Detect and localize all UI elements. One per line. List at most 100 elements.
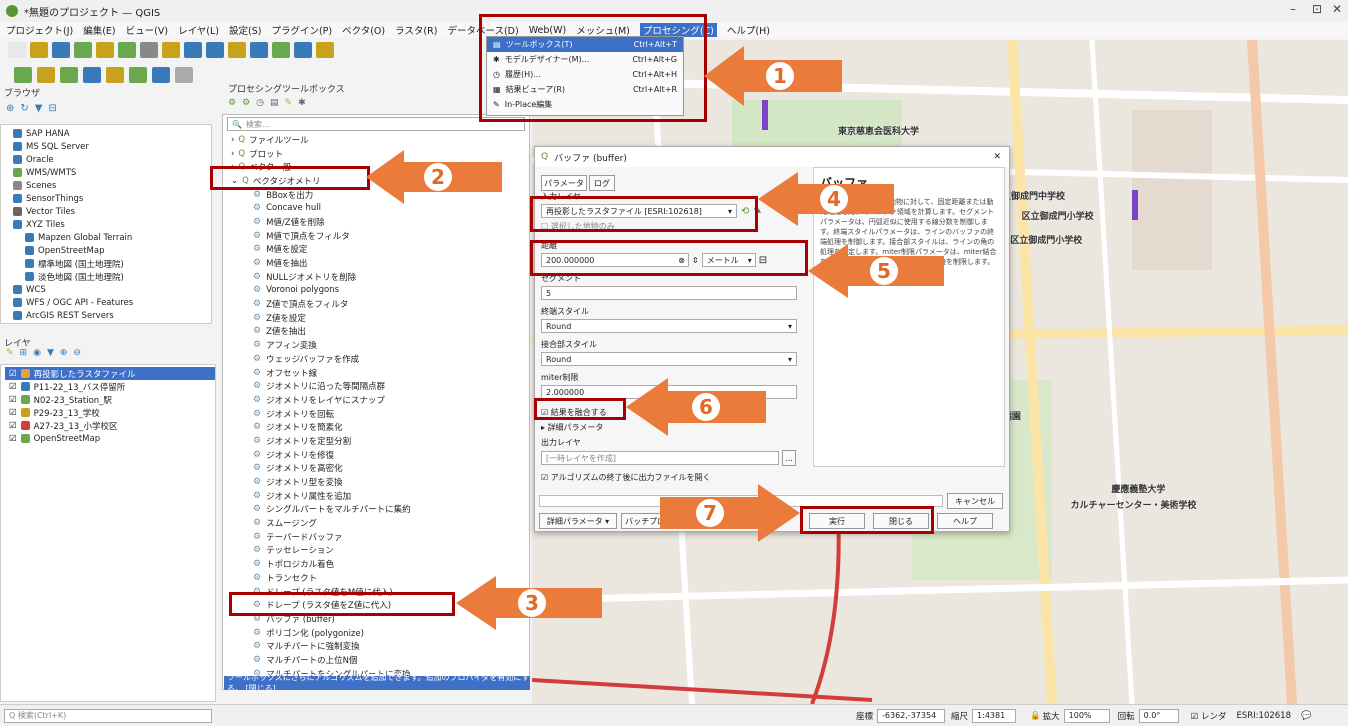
menu-item-0[interactable]: プロジェクト(J)	[6, 23, 73, 37]
scale-field[interactable]: 1:4381	[972, 708, 1017, 723]
history-icon[interactable]: ◷	[256, 98, 264, 108]
tool-item[interactable]: ⚙ Voronoi polygons	[223, 284, 529, 298]
menu-item-7[interactable]: ラスタ(R)	[395, 23, 437, 37]
browser-item[interactable]: WCS	[7, 283, 211, 296]
end-cap-select[interactable]: Round ▾	[541, 319, 797, 333]
menu-item-6[interactable]: ベクタ(O)	[342, 23, 385, 37]
toolbar-icon-13[interactable]	[294, 42, 312, 58]
crs-button[interactable]: ESRI:102618	[1237, 711, 1292, 721]
tool-item[interactable]: ⚙ ジオメトリを高密化	[223, 462, 529, 476]
tool-item[interactable]: ⚙ ジオメトリを回転	[223, 407, 529, 421]
toolbar-icon-9[interactable]	[206, 42, 224, 58]
toolbar-icon-1[interactable]	[30, 42, 48, 58]
tool-item[interactable]: ⚙ M値を抽出	[223, 256, 529, 270]
menu-item-3[interactable]: レイヤ(L)	[178, 23, 219, 37]
render-checkbox[interactable]: ☑ レンダ	[1191, 710, 1227, 722]
layer-checkbox[interactable]: ☑	[9, 369, 17, 379]
help-button[interactable]: ヘルプ	[937, 513, 993, 529]
tool-item[interactable]: ⚙ Z値を抽出	[223, 325, 529, 339]
toolbar-icon-11[interactable]	[250, 42, 268, 58]
layer-toolbar-icon-6[interactable]	[152, 67, 170, 83]
browser-item[interactable]: Scenes	[7, 179, 211, 192]
browser-item[interactable]: OpenStreetMap	[7, 244, 211, 257]
tool-item[interactable]: ⚙ スムージング	[223, 516, 529, 530]
close-button[interactable]: ✕	[1332, 2, 1342, 16]
layer-checkbox[interactable]: ☑	[9, 382, 17, 392]
output-browse-button[interactable]: …	[782, 450, 796, 466]
models-icon[interactable]: ⚙	[228, 98, 236, 108]
browser-item[interactable]: 標準地図 (国土地理院)	[7, 257, 211, 270]
browser-item[interactable]: MS SQL Server	[7, 140, 211, 153]
menu-item-5[interactable]: プラグイン(P)	[271, 23, 332, 37]
filter-legend-icon[interactable]: ▼	[47, 348, 54, 358]
tool-item[interactable]: ⚙ マルチパートの上位N個	[223, 653, 529, 667]
toolbar-icon-12[interactable]	[272, 42, 290, 58]
locator-search-input[interactable]: Q 検索(Ctrl+K)	[4, 708, 212, 723]
maximize-button[interactable]: ⊡	[1312, 2, 1322, 16]
layer-toolbar-icon-0[interactable]	[14, 67, 32, 83]
expand-icon[interactable]: ⊕	[60, 348, 68, 358]
menu-item-12[interactable]: ヘルプ(H)	[727, 23, 770, 37]
tool-item[interactable]: ⚙ ジオメトリを簡素化	[223, 420, 529, 434]
tool-item[interactable]: ⚙ M値で頂点をフィルタ	[223, 229, 529, 243]
collapse-icon[interactable]: ⊟	[48, 103, 56, 114]
layer-item[interactable]: ☑ P29-23_13_学校	[5, 406, 215, 419]
join-style-select[interactable]: Round ▾	[541, 352, 797, 366]
minimize-button[interactable]: –	[1290, 2, 1296, 16]
toolbar-icon-2[interactable]	[52, 42, 70, 58]
tool-item[interactable]: ⚙ オフセット線	[223, 366, 529, 380]
menu-item-4[interactable]: 設定(S)	[229, 23, 261, 37]
browser-item[interactable]: Oracle	[7, 153, 211, 166]
layer-toolbar-icon-5[interactable]	[129, 67, 147, 83]
tool-item[interactable]: ⚙ ジオメトリに沿った等間隔点群	[223, 379, 529, 393]
add-group-icon[interactable]: ⊞	[20, 348, 28, 358]
layer-toolbar-icon-2[interactable]	[60, 67, 78, 83]
segments-input[interactable]: 5	[541, 286, 797, 300]
tool-item[interactable]: ⚙ M値を設定	[223, 243, 529, 257]
layer-checkbox[interactable]: ☑	[9, 408, 17, 418]
layer-toolbar-icon-3[interactable]	[83, 67, 101, 83]
browser-item[interactable]: WMS/WMTS	[7, 166, 211, 179]
tool-item[interactable]: ⚙ ジオメトリをレイヤにスナップ	[223, 393, 529, 407]
tool-item[interactable]: ⚙ テーパードバッファ	[223, 530, 529, 544]
toolbar-icon-8[interactable]	[184, 42, 202, 58]
browser-item[interactable]: SensorThings	[7, 192, 211, 205]
browser-item[interactable]: WFS / OGC API - Features	[7, 296, 211, 309]
lock-icon[interactable]: 🔒	[1030, 711, 1041, 721]
dialog-close-icon[interactable]: ✕	[993, 152, 1001, 162]
tool-item[interactable]: ⚙ マルチパートに強制変換	[223, 639, 529, 653]
layer-toolbar-icon-4[interactable]	[106, 67, 124, 83]
style-icon[interactable]: ✎	[6, 348, 14, 358]
layer-toolbar-icon-7[interactable]	[175, 67, 193, 83]
layer-item[interactable]: ☑ A27-23_13_小学校区	[5, 419, 215, 432]
tool-item[interactable]: ⚙ ジオメトリを修復	[223, 448, 529, 462]
tool-item[interactable]: ⚙ トポロジカル着色	[223, 557, 529, 571]
browser-item[interactable]: Vector Tiles	[7, 205, 211, 218]
visibility-icon[interactable]: ◉	[33, 348, 41, 358]
toolbar-icon-4[interactable]	[96, 42, 114, 58]
advanced-button[interactable]: 詳細パラメータ ▾	[539, 513, 617, 529]
layer-checkbox[interactable]: ☑	[9, 421, 17, 431]
options-icon[interactable]: ✱	[298, 98, 306, 108]
messages-icon[interactable]: 💬	[1301, 711, 1312, 721]
toolbar-icon-5[interactable]	[118, 42, 136, 58]
toolbar-icon-3[interactable]	[74, 42, 92, 58]
browser-item[interactable]: XYZ Tiles	[7, 218, 211, 231]
open-output-checkbox[interactable]: ☑ アルゴリズムの終了後に出力ファイルを開く	[541, 472, 803, 483]
layer-checkbox[interactable]: ☑	[9, 434, 17, 444]
tool-item[interactable]: ⚙ M値/Z値を削除	[223, 215, 529, 229]
browser-item[interactable]: ArcGIS REST Servers	[7, 309, 211, 322]
toolbox-footer[interactable]: ツールボックスにさらにアルゴリズムを追加できます。追加のプロバイダを有効にする。…	[224, 673, 530, 693]
browser-item[interactable]: Mapzen Global Terrain	[7, 231, 211, 244]
toolbar-icon-10[interactable]	[228, 42, 246, 58]
tool-group[interactable]: › Q ファイルツール	[223, 133, 529, 147]
tool-item[interactable]: ⚙ シングルパートをマルチパートに集約	[223, 503, 529, 517]
layer-item[interactable]: ☑ P11-22_13_バス停留所	[5, 380, 215, 393]
rotation-field[interactable]: 0.0°	[1138, 708, 1179, 723]
layer-item[interactable]: ☑ 再投影したラスタファイル	[5, 367, 215, 380]
toolbar-icon-0[interactable]	[8, 42, 26, 58]
tool-item[interactable]: ⚙ Z値で頂点をフィルタ	[223, 297, 529, 311]
toolbar-icon-6[interactable]	[140, 42, 158, 58]
tool-item[interactable]: ⚙ ジオメトリ型を変換	[223, 475, 529, 489]
output-input[interactable]: [一時レイヤを作成]	[541, 451, 779, 465]
